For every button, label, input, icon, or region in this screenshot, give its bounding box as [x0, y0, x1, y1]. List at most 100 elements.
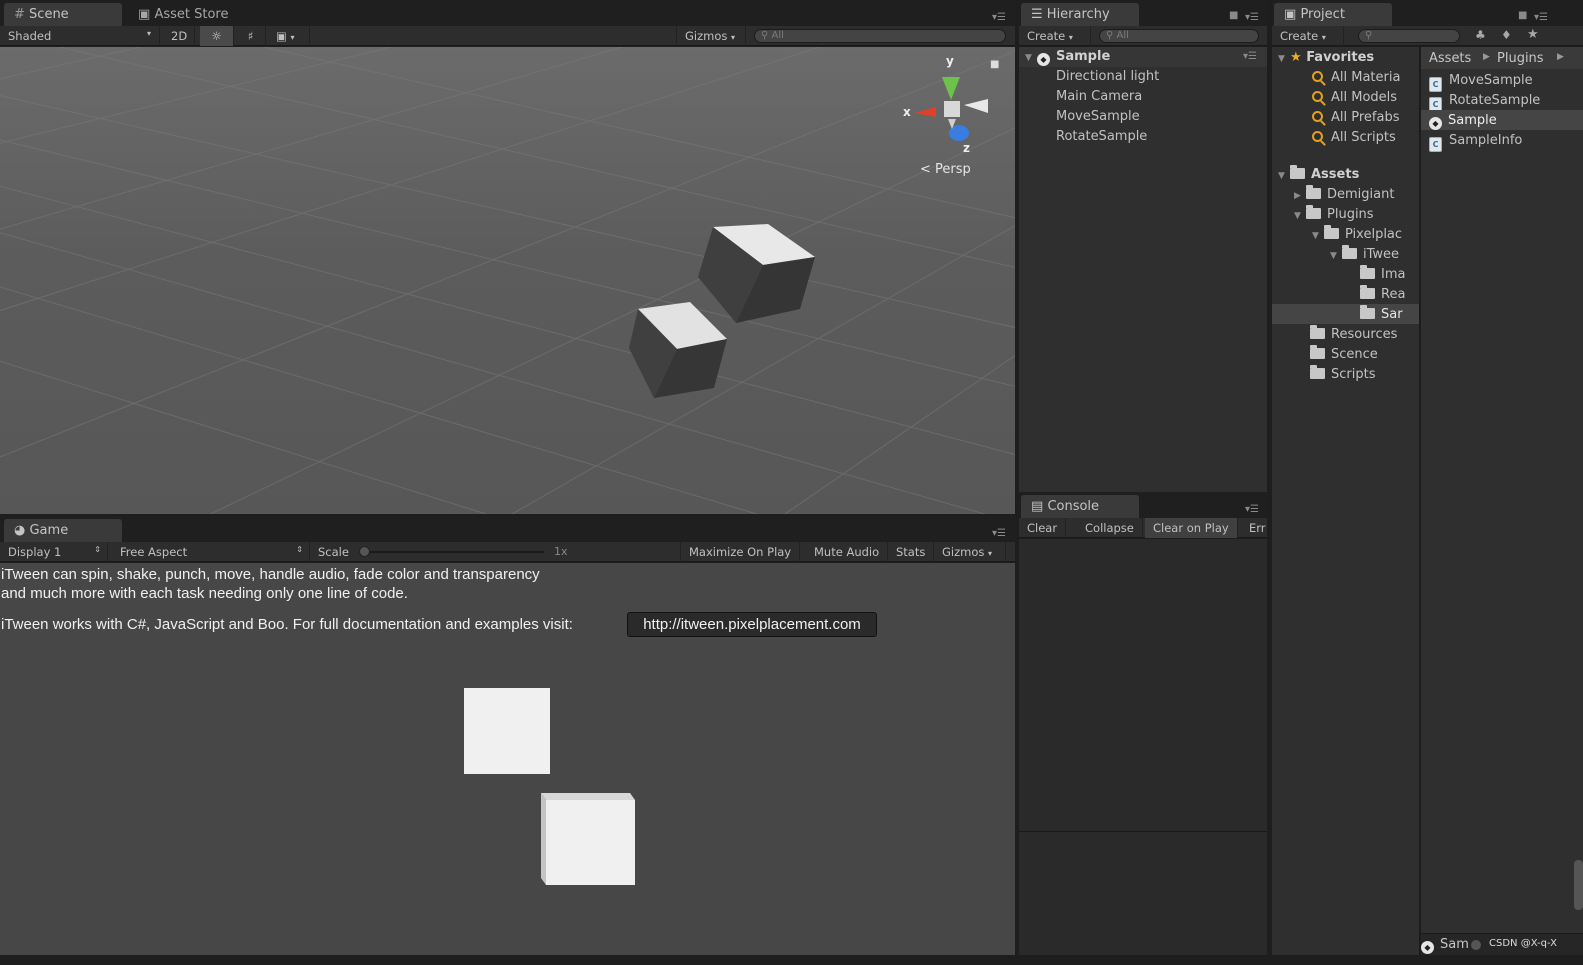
scene-search-input[interactable]: ⚲ All [754, 29, 1006, 43]
tab-game[interactable]: ◕ Game [4, 519, 122, 542]
tree-folder-resources[interactable]: Resources [1310, 325, 1397, 345]
expand-arrow-icon[interactable]: ▼ [1025, 48, 1037, 68]
favorite-item[interactable]: All Scripts [1312, 128, 1396, 148]
project-create-dropdown[interactable]: Create ▾ [1272, 26, 1344, 46]
x-axis-cone[interactable] [914, 107, 936, 117]
console-tabbar: ▤ Console ▾☰ [1019, 492, 1267, 518]
console-error-pause-toggle[interactable]: Err [1241, 518, 1274, 538]
perspective-toggle[interactable]: < Persp [920, 162, 971, 177]
shading-mode-dropdown[interactable]: Shaded ▾ [0, 26, 160, 46]
console-clear-button[interactable]: Clear [1019, 518, 1067, 538]
hierarchy-item[interactable]: MoveSample [1056, 107, 1140, 127]
expand-arrow-icon[interactable]: ▼ [1294, 206, 1306, 226]
console-collapse-toggle[interactable]: Collapse [1077, 518, 1143, 538]
hierarchy-create-dropdown[interactable]: Create ▾ [1019, 26, 1091, 46]
status-selected-asset[interactable]: ◆ Sam [1421, 937, 1469, 954]
tab-scene[interactable]: # Scene [4, 3, 122, 26]
search-icon: ⚲ [1365, 30, 1373, 41]
tree-folder-scence[interactable]: Scence [1310, 345, 1378, 365]
lock-icon[interactable]: ■ [1229, 10, 1238, 21]
game-viewport[interactable]: iTween can spin, shake, punch, move, han… [0, 563, 1015, 955]
expand-arrow-icon[interactable]: ▼ [1278, 166, 1290, 186]
console-clear-on-play-toggle[interactable]: Clear on Play [1145, 518, 1238, 538]
breadcrumb-plugins[interactable]: Plugins [1497, 51, 1544, 66]
favorite-item[interactable]: All Materia [1312, 68, 1400, 88]
game-gizmos-dropdown[interactable]: Gizmos ▾ [934, 542, 1006, 562]
tab-console[interactable]: ▤ Console [1021, 495, 1139, 518]
panel-menu-icon[interactable]: ▾☰ [992, 12, 1006, 23]
scale-track[interactable] [364, 551, 544, 553]
scene-viewport[interactable]: y x z ■ < Persp [0, 47, 1015, 514]
favorite-star-icon[interactable]: ★ [1527, 27, 1539, 42]
hierarchy-item[interactable]: Main Camera [1056, 87, 1142, 107]
scale-thumb[interactable] [359, 546, 370, 557]
expand-arrow-icon[interactable]: ▼ [1278, 49, 1290, 69]
assets-header[interactable]: ▼ Assets [1278, 165, 1359, 185]
audio-toggle[interactable]: ♯ [236, 26, 266, 46]
project-scrollbar[interactable] [1574, 860, 1583, 910]
file-item[interactable]: C RotateSample [1429, 91, 1540, 112]
collapse-arrow-icon[interactable]: ▶ [1294, 186, 1306, 206]
lock-icon[interactable]: ■ [1518, 10, 1527, 21]
2d-toggle[interactable]: 2D [163, 26, 195, 46]
tree-folder-images[interactable]: Ima [1360, 265, 1405, 285]
status-asset-label: Sam [1440, 937, 1469, 952]
tree-folder-scripts[interactable]: Scripts [1310, 365, 1375, 385]
project-search-input[interactable]: ⚲ [1358, 29, 1460, 43]
orientation-gizmo[interactable] [900, 55, 1010, 175]
expand-arrow-icon[interactable]: ▼ [1330, 246, 1342, 266]
gizmo-center-cube[interactable] [944, 101, 960, 117]
tree-folder-label: Scripts [1331, 367, 1376, 382]
y-axis-cone[interactable] [942, 77, 960, 100]
panel-menu-icon[interactable]: ▾☰ [1245, 504, 1259, 515]
tree-folder-sample[interactable]: Sar [1360, 305, 1403, 325]
file-item[interactable]: ◆ Sample [1429, 111, 1497, 131]
tab-asset-store[interactable]: ▣ Asset Store [128, 3, 238, 26]
file-item[interactable]: C SampleInfo [1429, 131, 1522, 152]
neg-x-axis-cone[interactable] [964, 99, 988, 113]
maximize-on-play-toggle[interactable]: Maximize On Play [680, 542, 801, 562]
tree-folder-pixelplacement[interactable]: ▼ Pixelplac [1312, 225, 1402, 245]
scale-slider[interactable]: Scale 1x [310, 542, 575, 562]
persp-label: Persp [935, 162, 971, 177]
scene-menu-icon[interactable]: ▾☰ [1243, 51, 1257, 62]
file-item[interactable]: C MoveSample [1429, 71, 1533, 92]
mute-audio-toggle[interactable]: Mute Audio [806, 542, 889, 562]
stats-toggle[interactable]: Stats [888, 542, 935, 562]
project-breadcrumb: Assets ▶ Plugins ▶ [1421, 47, 1583, 69]
gizmos-dropdown[interactable]: Gizmos ▾ [676, 26, 746, 46]
documentation-link-button[interactable]: http://itween.pixelplacement.com [627, 612, 877, 637]
console-log-area[interactable] [1019, 539, 1267, 832]
filter-by-type-icon[interactable]: ♣ [1475, 28, 1486, 42]
hierarchy-item[interactable]: Directional light [1056, 67, 1159, 87]
hierarchy-item[interactable]: RotateSample [1056, 127, 1147, 147]
hierarchy-scene-row[interactable]: ▼ ◆ Sample [1025, 47, 1110, 67]
display-dropdown[interactable]: Display 1 ⇕ [0, 542, 108, 562]
tab-project[interactable]: ▣ Project [1274, 3, 1392, 26]
filter-by-label-icon[interactable]: ♦ [1501, 28, 1512, 42]
info-text-line1: iTween can spin, shake, punch, move, han… [1, 566, 540, 583]
panel-menu-icon[interactable]: ▾☰ [992, 528, 1006, 539]
favorite-item-label: All Scripts [1331, 130, 1396, 145]
tree-folder-plugins[interactable]: ▼ Plugins [1294, 205, 1374, 225]
icon-size-slider-thumb[interactable] [1471, 940, 1481, 950]
hierarchy-search-input[interactable]: ⚲ All [1099, 29, 1259, 43]
tree-folder-demigiant[interactable]: ▶ Demigiant [1294, 185, 1394, 205]
panel-menu-icon[interactable]: ▾☰ [1245, 12, 1259, 23]
console-detail-area[interactable] [1019, 832, 1267, 955]
shading-mode-label: Shaded [8, 29, 52, 43]
aspect-dropdown[interactable]: Free Aspect ⇕ [112, 542, 310, 562]
breadcrumb-assets[interactable]: Assets [1429, 51, 1471, 66]
lighting-toggle[interactable]: ☼ [200, 26, 234, 46]
effects-dropdown[interactable]: ▣ ▾ [268, 26, 310, 46]
expand-arrow-icon[interactable]: ▼ [1312, 226, 1324, 246]
lock-icon[interactable]: ■ [990, 59, 999, 70]
tree-folder-itween[interactable]: ▼ iTwee [1330, 245, 1399, 265]
tree-folder-label: Sar [1381, 307, 1403, 322]
favorites-header[interactable]: ▼ ★ Favorites [1278, 48, 1374, 68]
tab-hierarchy[interactable]: ☰ Hierarchy [1021, 3, 1139, 26]
tree-folder-readme[interactable]: Rea [1360, 285, 1405, 305]
panel-menu-icon[interactable]: ▾☰ [1534, 12, 1548, 23]
favorite-item[interactable]: All Models [1312, 88, 1397, 108]
favorite-item[interactable]: All Prefabs [1312, 108, 1400, 128]
